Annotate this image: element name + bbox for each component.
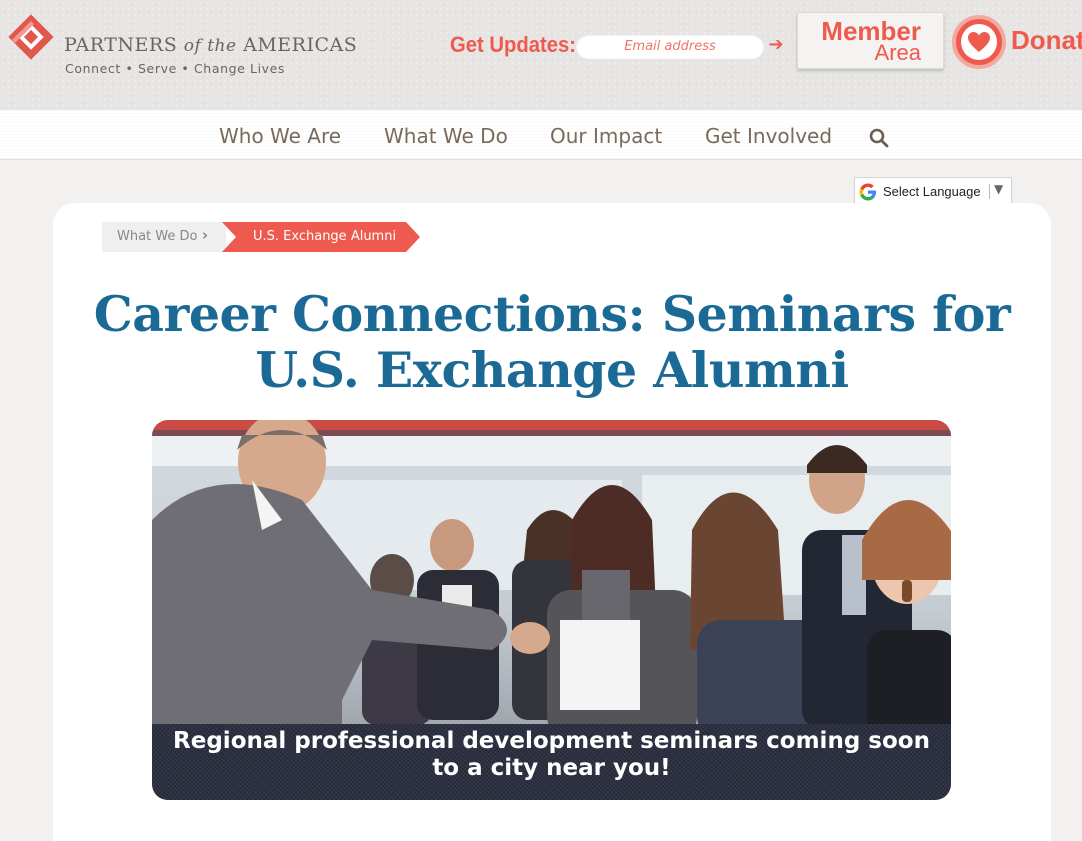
hero-caption-line1: Regional professional development semina…: [173, 728, 930, 754]
email-signup-input[interactable]: [576, 34, 764, 59]
nav-item-what-we-do[interactable]: What We Do: [384, 124, 508, 148]
search-icon[interactable]: [869, 128, 889, 148]
get-updates-label: Get Updates:: [450, 32, 576, 57]
brand-name: PARTNERS of the AMERICAS: [64, 34, 357, 56]
brand-name-part1: PARTNERS: [64, 34, 178, 56]
hero-caption-line2: to a city near you!: [432, 755, 671, 781]
nav-item-get-involved[interactable]: Get Involved: [705, 124, 832, 148]
nav-item-who-we-are[interactable]: Who We Are: [219, 124, 341, 148]
hero-image: Regional professional development semina…: [152, 420, 951, 800]
donate-button[interactable]: Donat: [952, 13, 1082, 71]
hero-caption: Regional professional development semina…: [152, 728, 951, 782]
page-title-line1: Career Connections: Seminars for: [93, 285, 1011, 343]
member-area-label-line2: Area: [874, 40, 921, 65]
site-logo[interactable]: PARTNERS of the AMERICAS Connect • Serve…: [6, 12, 366, 76]
donate-heart-icon: [952, 15, 1006, 69]
breadcrumb-current-label: U.S. Exchange Alumni: [253, 229, 397, 244]
brand-name-of: of the: [183, 36, 237, 56]
google-g-icon: [859, 183, 876, 201]
page-title: Career Connections: Seminars for U.S. Ex…: [60, 286, 1044, 398]
page-title-line2: U.S. Exchange Alumni: [255, 341, 849, 399]
member-area-button[interactable]: Member Area: [797, 12, 944, 69]
language-select[interactable]: Select Language ▼: [854, 177, 1012, 205]
main-nav: Who We Are What We Do Our Impact Get Inv…: [0, 110, 1082, 160]
site-header: PARTNERS of the AMERICAS Connect • Serve…: [0, 0, 1082, 110]
dropdown-arrow-icon: ▼: [994, 182, 1004, 196]
breadcrumb-chevron-icon: ›: [202, 226, 208, 244]
brand-name-part2: AMERICAS: [243, 34, 358, 56]
donate-label: Donat: [1011, 25, 1082, 55]
language-divider: [989, 184, 990, 199]
breadcrumb-item-what-we-do[interactable]: What We Do ›: [102, 222, 226, 252]
logo-mark-icon: [8, 14, 54, 60]
email-submit-arrow-icon[interactable]: ➔: [767, 33, 785, 57]
brand-tagline: Connect • Serve • Change Lives: [65, 61, 286, 76]
breadcrumb-item-label: What We Do: [117, 229, 198, 244]
breadcrumb-item-current: U.S. Exchange Alumni: [222, 222, 420, 252]
language-select-label: Select Language: [883, 184, 981, 199]
nav-item-our-impact[interactable]: Our Impact: [550, 124, 662, 148]
